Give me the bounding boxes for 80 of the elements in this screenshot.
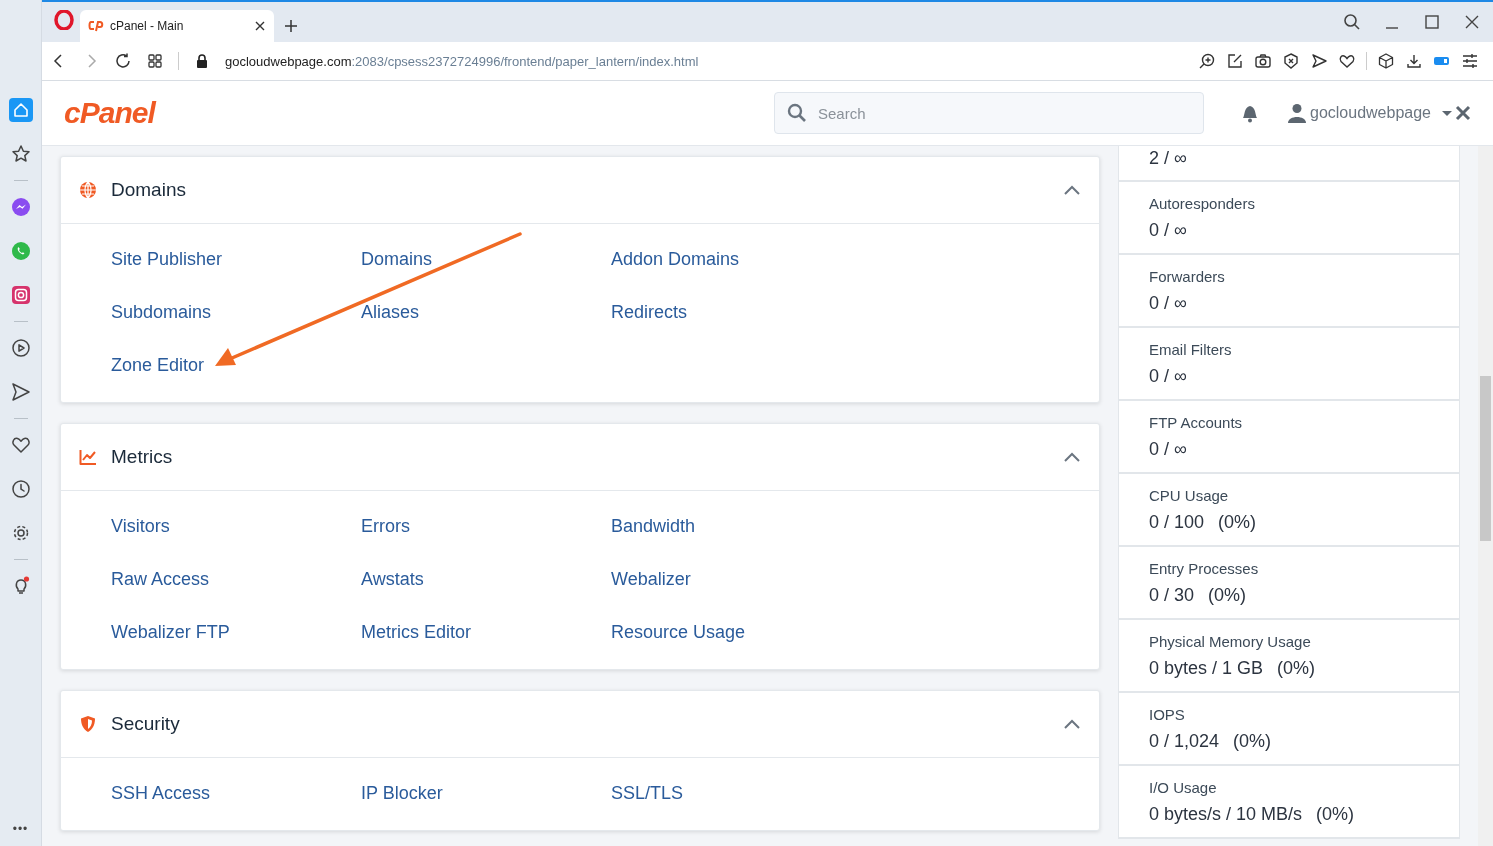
feature-link[interactable]: Site Publisher xyxy=(111,249,361,270)
stat-value: 0 / 1,024 xyxy=(1149,730,1220,752)
caret-icon xyxy=(1441,109,1453,117)
feature-link[interactable]: Raw Access xyxy=(111,569,361,590)
address-bar[interactable]: gocloudwebpage.com:2083/cpsess2372724996/frontend/paper_lantern/index.html xyxy=(225,53,699,69)
send-icon[interactable] xyxy=(1310,52,1328,70)
user-icon xyxy=(1288,103,1306,123)
stat-label: Email Filters xyxy=(1149,340,1233,358)
stat-label: Autoresponders xyxy=(1149,194,1256,212)
section-shield-icon xyxy=(79,715,97,733)
shield-icon[interactable] xyxy=(1282,52,1300,70)
stat-percent: (0%) xyxy=(1316,803,1355,825)
feature-link[interactable]: Domains xyxy=(361,249,611,270)
stat-label: Forwarders xyxy=(1149,267,1226,285)
feature-link[interactable]: Subdomains xyxy=(111,302,361,323)
stat-value: 0 bytes/s / 10 MB/s xyxy=(1149,803,1303,825)
feature-link[interactable]: Aliases xyxy=(361,302,611,323)
stat-value: 0 / ∞ xyxy=(1149,365,1187,387)
zoom-icon[interactable] xyxy=(1198,52,1216,70)
chevron-icon[interactable] xyxy=(1063,718,1081,730)
stat-value: 0 / 30 xyxy=(1149,584,1195,606)
stat-label: Entry Processes xyxy=(1149,559,1260,577)
stat-label: IOPS xyxy=(1149,705,1186,723)
stat-value: 0 / ∞ xyxy=(1149,219,1187,241)
feature-link[interactable]: Addon Domains xyxy=(611,249,861,270)
feature-link[interactable]: Awstats xyxy=(361,569,611,590)
stat-percent: (0%) xyxy=(1277,657,1316,679)
stat-value: 0 / ∞ xyxy=(1149,438,1187,460)
feature-link[interactable]: SSL/TLS xyxy=(611,783,861,804)
close-tab-icon[interactable] xyxy=(254,20,266,32)
reload-icon[interactable] xyxy=(114,52,132,70)
close-icon[interactable] xyxy=(1463,13,1481,31)
search-icon[interactable] xyxy=(1343,13,1361,31)
stat-label: I/O Usage xyxy=(1149,778,1218,796)
tab-logo-icon xyxy=(88,20,104,32)
stat-value: 2 / ∞ xyxy=(1149,148,1187,169)
stat-label: FTP Accounts xyxy=(1149,413,1244,431)
search-icon xyxy=(787,103,807,123)
more-button[interactable]: ••• xyxy=(12,822,29,836)
chevron-icon[interactable] xyxy=(1063,184,1081,196)
feature-link[interactable]: SSH Access xyxy=(111,783,361,804)
section-title: Security xyxy=(111,713,180,735)
feature-link[interactable]: Bandwidth xyxy=(611,516,861,537)
camera-icon[interactable] xyxy=(1254,52,1272,70)
user-menu[interactable]: gocloudwebpage xyxy=(1288,103,1453,123)
chevron-icon[interactable] xyxy=(1063,451,1081,463)
feature-link[interactable]: Visitors xyxy=(111,516,361,537)
close-icon[interactable] xyxy=(1455,105,1471,121)
section-title: Domains xyxy=(111,179,186,201)
sliders-icon[interactable] xyxy=(1461,52,1479,70)
stat-percent: (0%) xyxy=(1218,511,1257,533)
edit-icon[interactable] xyxy=(1226,52,1244,70)
section-title: Metrics xyxy=(111,446,173,468)
maximize-icon[interactable] xyxy=(1423,13,1441,31)
browser-tab[interactable]: cPanel - Main xyxy=(80,10,274,42)
feature-link[interactable]: Resource Usage xyxy=(611,622,861,643)
stat-label: CPU Usage xyxy=(1149,486,1230,504)
feature-link[interactable]: Zone Editor xyxy=(111,355,361,376)
stat-label: Physical Memory Usage xyxy=(1149,632,1312,650)
heart-icon[interactable] xyxy=(1338,52,1356,70)
feature-link[interactable]: IP Blocker xyxy=(361,783,611,804)
feature-link[interactable]: Errors xyxy=(361,516,611,537)
section-chart-icon xyxy=(79,448,97,466)
sidebar-home-button[interactable] xyxy=(8,98,33,122)
feature-link[interactable]: Redirects xyxy=(611,302,861,323)
stat-percent: (0%) xyxy=(1233,730,1272,752)
grid-icon[interactable] xyxy=(146,52,164,70)
stat-value: 0 / 100 xyxy=(1149,511,1205,533)
cube-icon[interactable] xyxy=(1377,52,1395,70)
feature-link[interactable]: Webalizer xyxy=(611,569,861,590)
feature-link[interactable]: Metrics Editor xyxy=(361,622,611,643)
stat-percent: (0%) xyxy=(1208,584,1247,606)
search-field[interactable]: Search xyxy=(774,92,1204,134)
section-globe-icon xyxy=(79,181,97,199)
scrollbar[interactable] xyxy=(1478,146,1493,846)
download-icon[interactable] xyxy=(1405,52,1423,70)
browser-logo-icon[interactable] xyxy=(54,10,74,30)
feature-link[interactable]: Webalizer FTP xyxy=(111,622,361,643)
stat-value: 0 / ∞ xyxy=(1149,292,1187,314)
stat-value: 0 bytes / 1 GB xyxy=(1149,657,1264,679)
